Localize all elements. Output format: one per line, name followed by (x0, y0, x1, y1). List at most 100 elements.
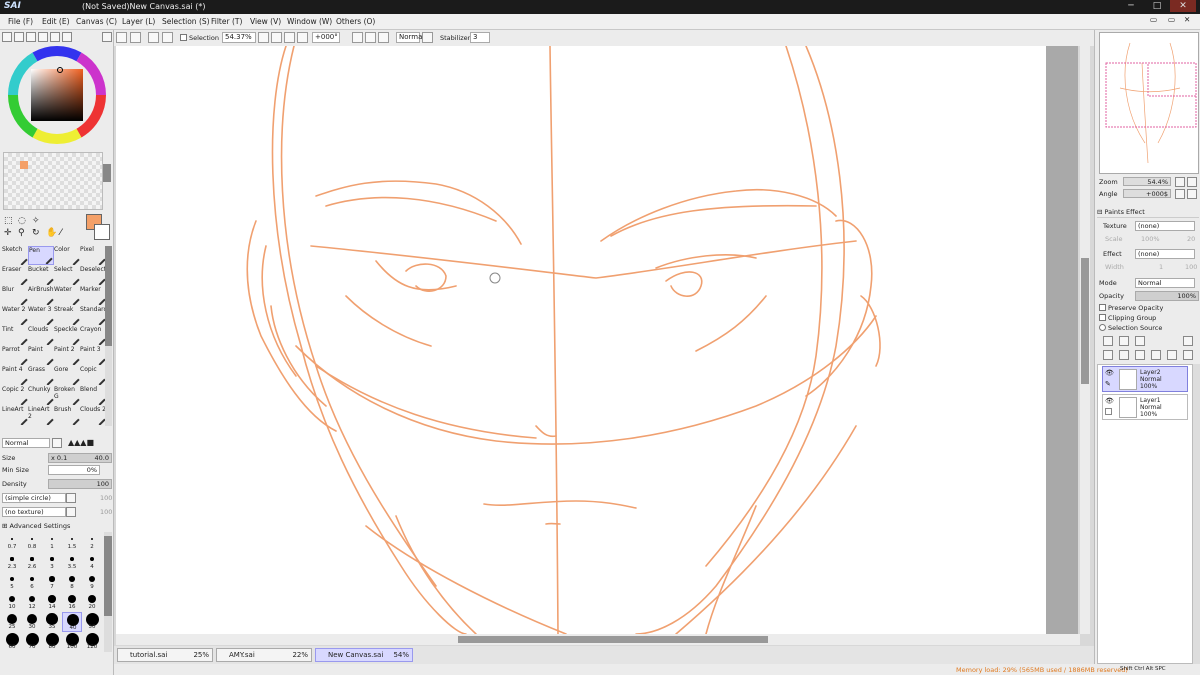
zoom-reset-icon[interactable] (297, 32, 308, 43)
brush-size-option[interactable]: 60 (2, 632, 22, 652)
texture-dropdown-icon[interactable] (66, 507, 76, 517)
brush-size-option[interactable]: 30 (22, 612, 42, 632)
rgb-tab-icon[interactable] (14, 32, 24, 42)
delete-mask-icon[interactable] (1183, 350, 1193, 360)
brush-size-option[interactable]: 1.5 (62, 532, 82, 552)
brush-tool-clouds-2[interactable]: Clouds 2 (80, 406, 106, 425)
brush-size-option[interactable]: 0.8 (22, 532, 42, 552)
brush-tool-parrot[interactable]: Parrot (2, 346, 28, 365)
brush-shape-icons[interactable]: ▲▲▲■ (68, 438, 94, 447)
minimize-button[interactable]: ─ (1118, 0, 1144, 12)
lock-box-icon[interactable] (1105, 408, 1112, 415)
delete-layer-icon[interactable] (1151, 350, 1161, 360)
stabilizer-field[interactable]: 3 (470, 32, 490, 43)
brush-tool-water[interactable]: Water (54, 286, 80, 305)
brush-size-option[interactable]: 2.3 (2, 552, 22, 572)
canvas-vertical-scrollbar[interactable] (1080, 46, 1090, 634)
brush-tool-eraser[interactable]: Eraser (2, 266, 28, 285)
menu-canvas[interactable]: Canvas (C) (76, 17, 117, 26)
menu-window[interactable]: Window (W) (287, 17, 332, 26)
nav-zoom-slider[interactable]: 54.4% (1123, 177, 1171, 186)
zoom-field[interactable]: 54.37% (222, 32, 256, 43)
doc-tab-amy[interactable]: AMY.sai 22% (216, 648, 312, 662)
scratchpad-scrollbar[interactable] (103, 164, 111, 182)
restore-icon[interactable]: ▭ (1150, 15, 1157, 24)
magic-wand-icon[interactable]: ✧ (32, 216, 40, 226)
brush-tool-brush[interactable]: Brush (54, 406, 80, 425)
new-linework-layer-icon[interactable] (1119, 336, 1129, 346)
blend-dropdown-icon[interactable] (52, 438, 62, 448)
size-slider[interactable]: x 0.1 40.0 (48, 453, 112, 463)
nav-rotate-right-icon[interactable] (1187, 189, 1197, 199)
apply-mask-icon[interactable] (1167, 350, 1177, 360)
brush-tool-paint-3[interactable]: Paint 3 (80, 346, 106, 365)
brush-tool-crayon[interactable]: Crayon (80, 326, 106, 345)
texture-select[interactable]: (no texture) (2, 507, 66, 517)
invert-icon[interactable] (162, 32, 173, 43)
layer-mode-select[interactable]: Normal (1135, 278, 1195, 288)
brush-size-option[interactable]: 4 (82, 552, 102, 572)
brush-size-option[interactable]: 10 (2, 592, 22, 612)
brush-tool-clouds[interactable]: Clouds (28, 326, 54, 345)
redo-icon[interactable] (130, 32, 141, 43)
min-size-slider[interactable]: 0% (48, 465, 100, 475)
blend-mode-select[interactable]: Normal (2, 438, 50, 448)
brush-size-option[interactable]: 8 (62, 572, 82, 592)
layer-item-layer2[interactable]: 👁 ✎ Layer2 Normal 100% (1102, 366, 1188, 392)
mixer-tab-icon[interactable] (38, 32, 48, 42)
brush-size-option[interactable]: 120 (82, 632, 102, 652)
canvas-horizontal-scrollbar[interactable] (116, 634, 1080, 645)
blend-select[interactable]: Normal (396, 32, 424, 43)
brush-tool-sketch[interactable]: Sketch (2, 246, 28, 265)
layer-mask-icon[interactable] (1183, 336, 1193, 346)
brush-size-option[interactable]: 1 (42, 532, 62, 552)
brush-tool-broken-g[interactable]: Broken G (54, 386, 80, 405)
eyedropper-icon[interactable]: ⁄ (60, 228, 62, 238)
brush-size-option[interactable]: 50 (82, 612, 102, 632)
move-icon[interactable]: ✛ (4, 228, 12, 238)
nav-zoom-in-icon[interactable] (1187, 177, 1197, 187)
brush-tool-paint-4[interactable]: Paint 4 (2, 366, 28, 385)
scratchpad[interactable] (3, 152, 103, 210)
layer-item-layer1[interactable]: 👁 Layer1 Normal 100% (1102, 394, 1188, 420)
visibility-eye-icon[interactable]: 👁 (1105, 397, 1114, 405)
close-button[interactable]: ✕ (1170, 0, 1196, 12)
navigator-preview[interactable] (1099, 32, 1199, 174)
brush-tool-blend[interactable]: Blend (80, 386, 106, 405)
brush-tool-paint-2[interactable]: Paint 2 (54, 346, 80, 365)
paints-effect-header[interactable]: ⊟ Paints Effect (1097, 208, 1199, 218)
brush-size-option[interactable]: 100 (62, 632, 82, 652)
brush-tool-chunky[interactable]: Chunky (28, 386, 54, 405)
nav-rotate-left-icon[interactable] (1175, 189, 1185, 199)
brush-tool-bucket[interactable]: Bucket (28, 266, 54, 285)
brush-size-option[interactable]: 7 (42, 572, 62, 592)
density-slider[interactable]: 100 (48, 479, 112, 489)
layer-opacity-slider[interactable]: 100% (1135, 291, 1199, 301)
restore-icon-2[interactable]: ▭ (1168, 15, 1175, 24)
angle-field[interactable]: +000° (312, 32, 340, 43)
doc-tab-tutorial[interactable]: tutorial.sai 25% (117, 648, 213, 662)
brush-shape-select[interactable]: (simple circle) (2, 493, 66, 503)
brush-size-option[interactable]: 16 (62, 592, 82, 612)
selection-source-checkbox[interactable] (1099, 324, 1106, 331)
merge-down-icon[interactable] (1119, 350, 1129, 360)
maximize-button[interactable]: □ (1144, 0, 1170, 12)
brush-tool-streak[interactable]: Streak (54, 306, 80, 325)
rotate-left-icon[interactable] (352, 32, 363, 43)
zoom-in-icon[interactable] (271, 32, 282, 43)
brush-size-option[interactable]: 25 (2, 612, 22, 632)
brush-size-option[interactable]: 12 (22, 592, 42, 612)
preserve-opacity-checkbox[interactable] (1099, 304, 1106, 311)
nav-zoom-out-icon[interactable] (1175, 177, 1185, 187)
menu-file[interactable]: File (F) (8, 17, 33, 26)
lasso-icon[interactable]: ◌ (18, 216, 26, 226)
brush-size-option[interactable]: 35 (42, 612, 62, 632)
selection-checkbox[interactable] (180, 34, 187, 41)
brush-size-option[interactable]: 80 (42, 632, 62, 652)
menu-filter[interactable]: Filter (T) (211, 17, 242, 26)
brush-size-option[interactable]: 3 (42, 552, 62, 572)
hand-icon[interactable]: ✋ (46, 228, 57, 238)
flip-icon[interactable] (422, 32, 433, 43)
brush-tool-water-3[interactable]: Water 3 (28, 306, 54, 325)
rotate-reset-icon[interactable] (378, 32, 389, 43)
